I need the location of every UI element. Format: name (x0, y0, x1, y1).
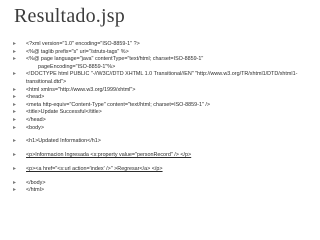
bullet-icon: ▸ (13, 71, 17, 78)
code-line: ▸ <head> (10, 94, 312, 102)
code-line-continuation: ▸pageEncoding="ISO-8859-1"%> (10, 64, 312, 72)
code-line: ▸ <!DOCTYPE html PUBLIC "-//W3C//DTD XHTM… (10, 71, 312, 86)
slide-title: Resultado.jsp (14, 5, 125, 27)
code-line-text: <%@ page language="java" contentType="te… (26, 56, 204, 63)
code-line: ▸ </body> (10, 180, 312, 188)
code-line-text: <?xml version="1.0" encoding="ISO-8859-1… (26, 41, 140, 47)
code-line: ▸ <html xmlns="http://www.w3.org/1999/xht… (10, 87, 312, 95)
code-line: ▸ <%@ page language="java" contentType="t… (10, 56, 312, 64)
code-line-text: </html> (26, 187, 44, 194)
slide: Resultado.jsp ▸ <?xml version="1.0" encod… (0, 0, 320, 240)
bullet-icon: ▸ (13, 101, 17, 108)
code-line: ▸ <h1>Updated Information</h1> (10, 138, 312, 146)
bullet-icon: ▸ (13, 109, 17, 116)
code-line: ▸ <p><a href="<s:url action='index' />" >… (10, 166, 312, 174)
code-line: ▸ </head> (10, 117, 312, 125)
bullet-icon: ▸ (13, 152, 17, 159)
bullet-icon: ▸ (13, 187, 17, 194)
code-line-text: <body> (26, 124, 44, 131)
bullet-icon: ▸ (13, 124, 17, 131)
code-line: ▸ <%@ taglib prefix="s" uri="/struts-tags… (10, 49, 312, 57)
bullet-icon: ▸ (13, 165, 17, 172)
code-line: ▸ <?xml version="1.0" encoding="ISO-8859-… (10, 41, 312, 49)
bullet-icon: ▸ (13, 116, 17, 123)
bullet-icon: ▸ (13, 94, 17, 101)
code-line-text: <%@ taglib prefix="s" uri="/struts-tags"… (26, 48, 129, 55)
code-line: ▸ <meta http-equiv="Content-Type" content… (10, 102, 312, 110)
code-line-text: </head> (26, 116, 46, 123)
code-line-text: <p>Informacion Ingresada <s:property val… (26, 152, 192, 159)
code-line-text: <title>Update Successful</title> (26, 109, 102, 116)
bullet-icon: ▸ (13, 48, 17, 55)
bullet-icon: ▸ (13, 86, 17, 93)
code-line-text: </body> (26, 179, 46, 186)
bullet-icon: ▸ (13, 56, 17, 63)
code-line-text: <p><a href="<s:url action='index' />" >R… (26, 165, 163, 172)
code-line: ▸ <body> (10, 125, 312, 133)
code-line-text: <!DOCTYPE html PUBLIC "-//W3C//DTD XHTML… (26, 71, 298, 85)
code-line: ▸ </html> (10, 187, 312, 195)
code-line-text: <meta http-equiv="Content-Type" content=… (26, 101, 210, 108)
code-line-text: <h1>Updated Information</h1> (26, 138, 101, 145)
code-line: ▸ <title>Update Successful</title> (10, 109, 312, 117)
code-line-text: <html xmlns="http://www.w3.org/1999/xhtm… (26, 86, 136, 93)
bullet-icon: ▸ (13, 138, 17, 145)
bullet-icon: ▸ (13, 179, 17, 186)
code-listing: ▸ <?xml version="1.0" encoding="ISO-8859-… (10, 41, 312, 195)
code-line-text: pageEncoding="ISO-8859-1"%> (38, 63, 116, 70)
bullet-icon: ▸ (13, 41, 17, 47)
code-line: ▸ <p>Informacion Ingresada <s:property va… (10, 152, 312, 160)
code-line-text: <head> (26, 94, 45, 101)
